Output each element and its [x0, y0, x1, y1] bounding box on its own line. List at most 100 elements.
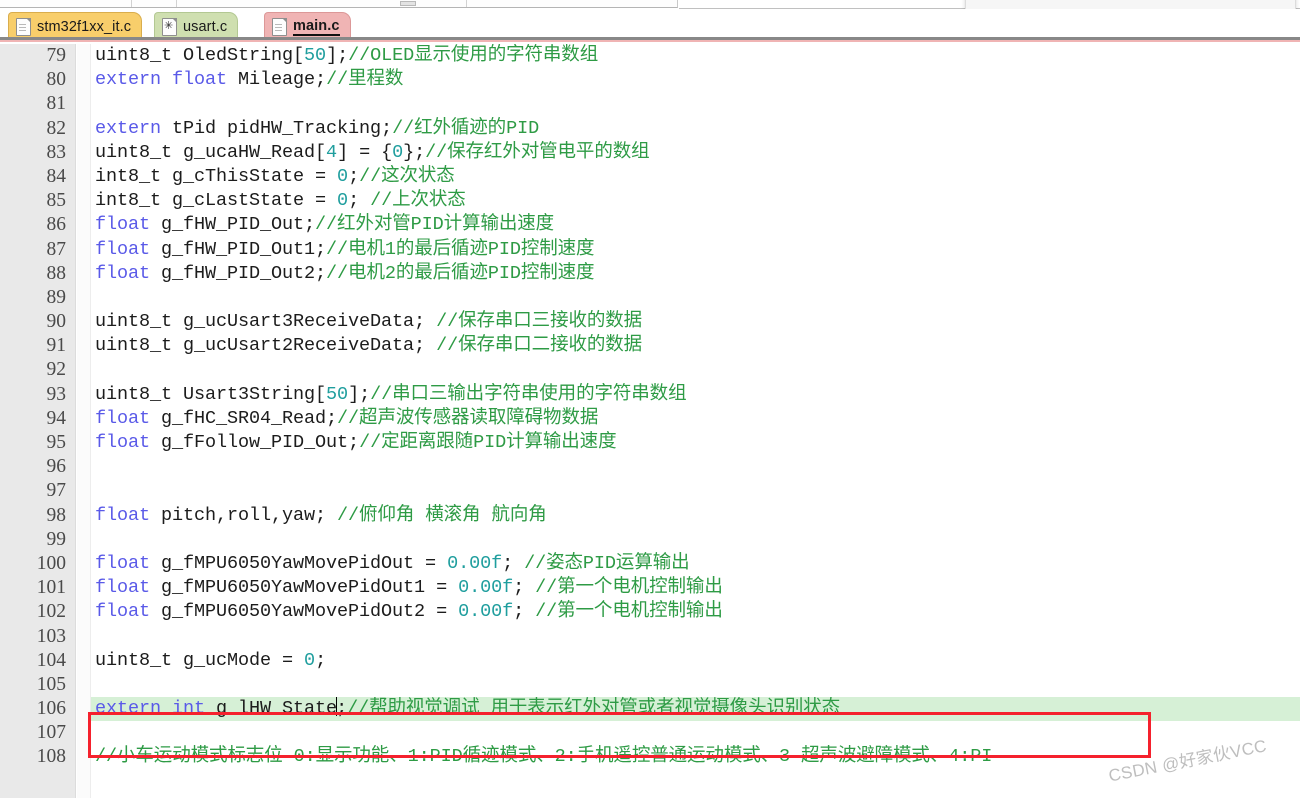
line-number: 83 — [46, 141, 67, 163]
toolbar-separator — [176, 0, 177, 7]
line-number: 88 — [46, 262, 67, 284]
code-token-txt: g_fMPU6050YawMovePidOut2 = — [150, 601, 459, 623]
code-line[interactable]: 91 uint8_t g_ucUsart2ReceiveData; //保存串口二… — [0, 334, 1300, 358]
line-number: 82 — [46, 117, 67, 139]
code-text[interactable]: float g_fMPU6050YawMovePidOut2 = 0.00f; … — [95, 600, 723, 624]
code-line[interactable]: 107 — [0, 721, 1300, 745]
line-number: 91 — [46, 335, 67, 357]
code-text[interactable]: int8_t g_cLastState = 0; //上次状态 — [95, 189, 466, 213]
line-number: 87 — [46, 238, 67, 260]
code-line[interactable]: 92 — [0, 358, 1300, 382]
code-token-txt: g_fMPU6050YawMovePidOut = — [150, 552, 448, 574]
code-token-com: //OLED显示使用的字符串数组 — [348, 45, 599, 66]
code-line[interactable]: 85 int8_t g_cLastState = 0; //上次状态 — [0, 189, 1300, 213]
code-text[interactable]: uint8_t g_ucUsart2ReceiveData; //保存串口二接收… — [95, 334, 642, 358]
code-token-txt: tPid pidHW_Tracking; — [161, 117, 393, 139]
code-token-com: //电机2的最后循迹PID控制速度 — [326, 262, 595, 284]
code-text[interactable]: uint8_t g_ucaHW_Read[4] = {0};//保存红外对管电平… — [95, 141, 650, 165]
tab-usart-c[interactable]: usart.c — [154, 12, 239, 40]
code-token-num: 50 — [304, 45, 327, 66]
line-number: 92 — [46, 359, 67, 381]
code-token-kw: extern float — [95, 69, 228, 91]
code-token-txt: int8_t g_cThisState = — [95, 165, 338, 187]
code-line[interactable]: 81 — [0, 92, 1300, 116]
code-line[interactable]: 100 float g_fMPU6050YawMovePidOut = 0.00f… — [0, 552, 1300, 576]
code-text[interactable]: int8_t g_cThisState = 0;//这次状态 — [95, 165, 455, 189]
code-line[interactable]: 106 extern int g_lHW_State;//帮助视觉调试 用于表示红… — [0, 697, 1300, 722]
tab-main-c[interactable]: main.c — [264, 12, 351, 40]
code-text[interactable]: uint8_t Usart3String[50];//串口三输出字符串使用的字符… — [95, 383, 687, 407]
code-token-com: //第一个电机控制输出 — [535, 601, 723, 623]
code-line[interactable]: 99 — [0, 528, 1300, 552]
code-token-kw: extern — [95, 117, 162, 139]
code-token-txt: ; — [513, 577, 536, 599]
code-line[interactable]: 80 extern float Mileage;//里程数 — [0, 68, 1300, 92]
code-token-num: 0.00f — [458, 577, 514, 599]
code-text[interactable]: uint8_t OledString[50];//OLED显示使用的字符串数组 — [95, 44, 598, 68]
code-line[interactable]: 79 uint8_t OledString[50];//OLED显示使用的字符串数… — [0, 44, 1300, 68]
code-token-com: //姿态PID运算输出 — [524, 552, 690, 574]
code-line[interactable]: 87 float g_fHW_PID_Out1;//电机1的最后循迹PID控制速度 — [0, 238, 1300, 262]
code-line[interactable]: 83 uint8_t g_ucaHW_Read[4] = {0};//保存红外对管… — [0, 141, 1300, 165]
code-line[interactable]: 95 float g_fFollow_PID_Out;//定距离跟随PID计算输出… — [0, 431, 1300, 455]
code-token-com: //定距离跟随PID计算输出速度 — [359, 432, 617, 453]
code-line[interactable]: 82 extern tPid pidHW_Tracking;//红外循迹的PID — [0, 117, 1300, 141]
code-text[interactable]: float g_fHC_SR04_Read;//超声波传感器读取障碍物数据 — [95, 407, 598, 431]
code-text[interactable]: //小车运动模式标志位 0:显示功能、1:PID循迹模式、2:手机遥控普通运动模… — [95, 745, 992, 769]
code-line[interactable]: 89 — [0, 286, 1300, 310]
code-line[interactable]: 93 uint8_t Usart3String[50];//串口三输出字符串使用的… — [0, 383, 1300, 407]
line-number: 81 — [46, 93, 67, 115]
code-token-txt: ; — [513, 601, 536, 623]
code-line[interactable]: 88 float g_fHW_PID_Out2;//电机2的最后循迹PID控制速度 — [0, 262, 1300, 286]
tab-label: usart.c — [183, 18, 228, 35]
code-text[interactable]: float g_fHW_PID_Out2;//电机2的最后循迹PID控制速度 — [95, 262, 595, 286]
code-text[interactable]: extern int g_lHW_State;//帮助视觉调试 用于表示红外对管… — [95, 697, 840, 721]
line-number: 106 — [36, 698, 66, 720]
code-line[interactable]: 105 — [0, 673, 1300, 697]
code-text[interactable]: float g_fHW_PID_Out1;//电机1的最后循迹PID控制速度 — [95, 238, 595, 262]
code-editor-body[interactable]: 79 uint8_t OledString[50];//OLED显示使用的字符串数… — [0, 44, 1300, 798]
code-token-num: 0 — [392, 141, 404, 163]
toolbar-button[interactable] — [400, 1, 416, 6]
code-line[interactable]: 103 — [0, 625, 1300, 649]
tab-stm32f1xx-it-c[interactable]: stm32f1xx_it.c — [8, 12, 143, 40]
code-token-txt: g_fHC_SR04_Read; — [150, 407, 338, 429]
line-number: 97 — [46, 480, 67, 502]
code-line[interactable]: 104 uint8_t g_ucMode = 0; — [0, 649, 1300, 673]
code-token-com: //红外循迹的PID — [392, 117, 540, 139]
code-line[interactable]: 102 float g_fMPU6050YawMovePidOut2 = 0.00… — [0, 600, 1300, 624]
code-token-txt: ; — [502, 552, 525, 574]
line-number: 93 — [46, 383, 67, 405]
code-text[interactable]: float g_fMPU6050YawMovePidOut = 0.00f; /… — [95, 552, 690, 576]
code-text[interactable]: uint8_t g_ucUsart3ReceiveData; //保存串口三接收… — [95, 310, 642, 334]
code-line[interactable]: 96 — [0, 455, 1300, 479]
tab-bar-underline — [0, 37, 1300, 42]
code-token-txt: pitch,roll,yaw; — [150, 504, 338, 526]
code-text[interactable]: extern float Mileage;//里程数 — [95, 68, 403, 92]
code-line[interactable]: 108 //小车运动模式标志位 0:显示功能、1:PID循迹模式、2:手机遥控普通… — [0, 745, 1300, 769]
code-token-txt: ]; — [326, 45, 349, 66]
code-text[interactable]: float g_fFollow_PID_Out;//定距离跟随PID计算输出速度 — [95, 431, 617, 455]
code-token-txt: uint8_t g_ucUsart3ReceiveData; — [95, 311, 437, 333]
code-line[interactable]: 84 int8_t g_cThisState = 0;//这次状态 — [0, 165, 1300, 189]
code-token-txt: uint8_t g_ucMode = — [95, 649, 305, 671]
code-line[interactable]: 97 — [0, 479, 1300, 503]
code-line[interactable]: 101 float g_fMPU6050YawMovePidOut1 = 0.00… — [0, 576, 1300, 600]
line-number: 85 — [46, 190, 67, 212]
code-text[interactable]: uint8_t g_ucMode = 0; — [95, 649, 326, 673]
code-token-kw: float — [95, 432, 151, 453]
code-text[interactable]: float g_fMPU6050YawMovePidOut1 = 0.00f; … — [95, 576, 723, 600]
code-line[interactable]: 94 float g_fHC_SR04_Read;//超声波传感器读取障碍物数据 — [0, 407, 1300, 431]
code-token-txt: g_fMPU6050YawMovePidOut1 = — [150, 577, 459, 599]
code-text[interactable]: extern tPid pidHW_Tracking;//红外循迹的PID — [95, 117, 539, 141]
code-line[interactable]: 98 float pitch,roll,yaw; //俯仰角 横滚角 航向角 — [0, 504, 1300, 528]
code-token-num: 50 — [326, 383, 349, 405]
code-line[interactable]: 90 uint8_t g_ucUsart3ReceiveData; //保存串口三… — [0, 310, 1300, 334]
code-text[interactable]: float pitch,roll,yaw; //俯仰角 横滚角 航向角 — [95, 504, 547, 528]
code-line[interactable]: 86 float g_fHW_PID_Out;//红外对管PID计算输出速度 — [0, 213, 1300, 237]
code-token-txt: }; — [403, 141, 426, 163]
code-token-txt: uint8_t g_ucUsart2ReceiveData; — [95, 335, 437, 357]
code-token-txt: ; — [315, 649, 327, 671]
code-text[interactable]: float g_fHW_PID_Out;//红外对管PID计算输出速度 — [95, 213, 554, 237]
code-editor-window: C stm32f1xx_it.c usart.c main.c 79uint8_… — [0, 0, 1300, 798]
